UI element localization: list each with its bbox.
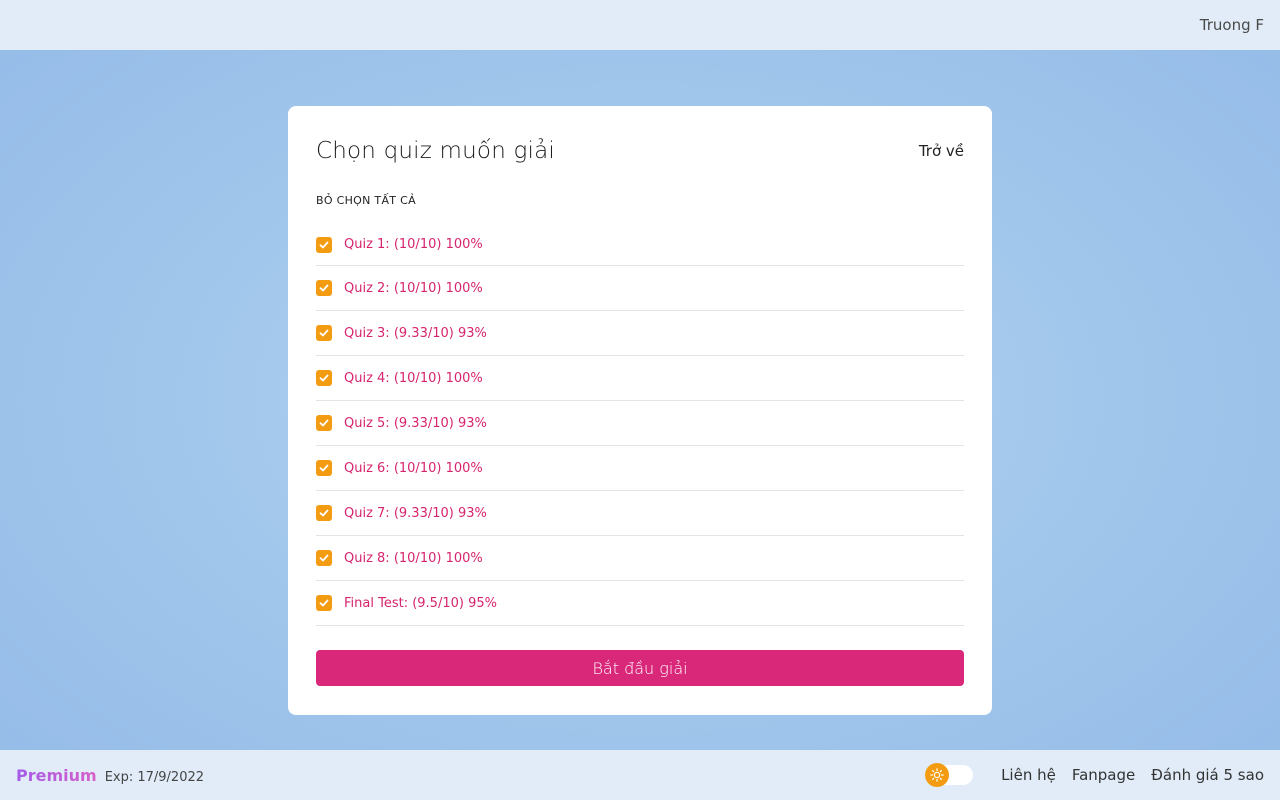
quiz-item[interactable]: Quiz 8: (10/10) 100% <box>316 536 964 581</box>
rate-link[interactable]: Đánh giá 5 sao <box>1151 766 1264 784</box>
quiz-item[interactable]: Quiz 4: (10/10) 100% <box>316 356 964 401</box>
checkbox-checked[interactable] <box>316 415 332 431</box>
back-link[interactable]: Trở về <box>919 142 964 160</box>
quiz-item[interactable]: Quiz 5: (9.33/10) 93% <box>316 401 964 446</box>
quiz-label: Quiz 1: (10/10) 100% <box>344 237 483 252</box>
subscription-info: Premium Exp: 17/9/2022 <box>16 766 204 785</box>
checkbox-checked[interactable] <box>316 460 332 476</box>
quiz-item[interactable]: Quiz 2: (10/10) 100% <box>316 266 964 311</box>
quiz-label: Quiz 2: (10/10) 100% <box>344 280 483 296</box>
check-icon <box>319 554 329 562</box>
deselect-all-button[interactable]: BỎ CHỌN TẤT CẢ <box>316 194 416 207</box>
quiz-label: Quiz 8: (10/10) 100% <box>344 550 483 566</box>
quiz-label: Final Test: (9.5/10) 95% <box>344 595 497 611</box>
quiz-select-card: Chọn quiz muốn giải Trở về BỎ CHỌN TẤT C… <box>288 106 992 715</box>
quiz-item[interactable]: Quiz 7: (9.33/10) 93% <box>316 491 964 536</box>
quiz-label: Quiz 4: (10/10) 100% <box>344 370 483 386</box>
quiz-label: Quiz 6: (10/10) 100% <box>344 460 483 476</box>
check-icon <box>319 284 329 292</box>
check-icon <box>319 599 329 607</box>
quiz-item[interactable]: Final Test: (9.5/10) 95% <box>316 581 964 626</box>
check-icon <box>319 509 329 517</box>
quiz-item[interactable]: Quiz 6: (10/10) 100% <box>316 446 964 491</box>
bottom-bar: Premium Exp: 17/9/2022 Liên hệ Fanpage Đ… <box>0 750 1280 800</box>
expiry-date: Exp: 17/9/2022 <box>104 769 205 785</box>
start-quiz-button[interactable]: Bắt đầu giải <box>316 650 964 686</box>
card-header: Chọn quiz muốn giải Trở về <box>316 134 964 168</box>
checkbox-checked[interactable] <box>316 550 332 566</box>
check-icon <box>319 374 329 382</box>
theme-toggle[interactable] <box>925 763 974 787</box>
quiz-list: Quiz 1: (10/10) 100% Quiz 2: (10/10) 100… <box>316 224 964 626</box>
check-icon <box>319 329 329 337</box>
checkbox-checked[interactable] <box>316 595 332 611</box>
sun-icon <box>925 763 950 787</box>
footer-links: Liên hệ Fanpage Đánh giá 5 sao <box>925 763 1264 787</box>
quiz-label: Quiz 7: (9.33/10) 93% <box>344 505 487 521</box>
checkbox-checked[interactable] <box>316 236 332 253</box>
checkbox-checked[interactable] <box>316 280 332 296</box>
premium-badge: Premium <box>16 765 97 785</box>
checkbox-checked[interactable] <box>316 370 332 386</box>
quiz-label: Quiz 5: (9.33/10) 93% <box>344 415 487 431</box>
page-title: Chọn quiz muốn giải <box>316 138 555 164</box>
checkbox-checked[interactable] <box>316 505 332 521</box>
contact-link[interactable]: Liên hệ <box>1001 766 1056 784</box>
check-icon <box>319 464 329 472</box>
check-icon <box>319 419 329 427</box>
checkbox-checked[interactable] <box>316 325 332 341</box>
quiz-item[interactable]: Quiz 3: (9.33/10) 93% <box>316 311 964 356</box>
check-icon <box>319 241 329 248</box>
user-name[interactable]: Truong F <box>1200 16 1264 34</box>
fanpage-link[interactable]: Fanpage <box>1072 766 1135 784</box>
top-bar: Truong F <box>0 0 1280 50</box>
quiz-label: Quiz 3: (9.33/10) 93% <box>344 325 487 341</box>
quiz-item[interactable]: Quiz 1: (10/10) 100% <box>316 224 964 266</box>
